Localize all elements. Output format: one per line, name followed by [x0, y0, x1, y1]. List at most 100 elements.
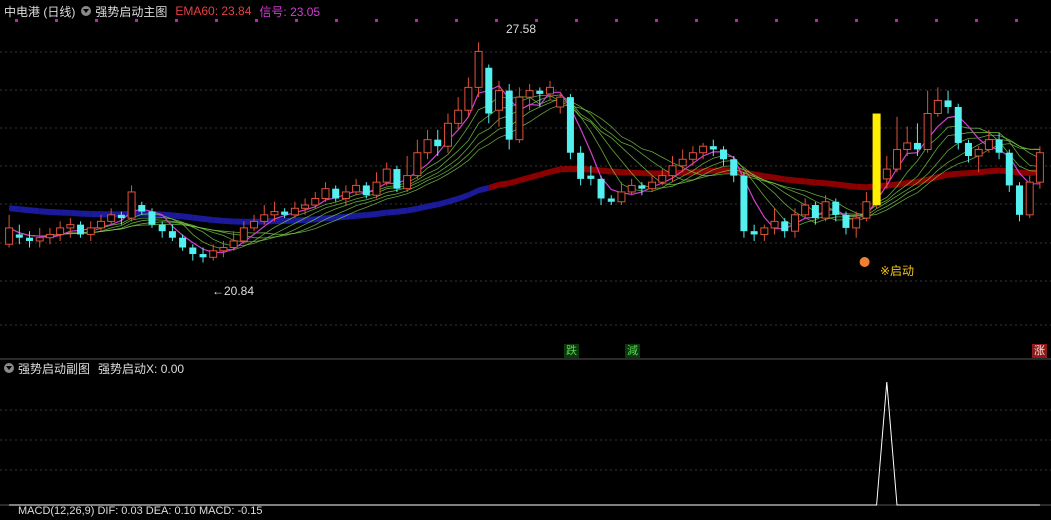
ema60-ribbon — [223, 217, 234, 225]
candle-body — [801, 204, 810, 216]
candle-body — [260, 214, 269, 222]
ema60-ribbon — [90, 211, 101, 218]
ema60-ribbon — [447, 195, 459, 205]
ema60-ribbon — [366, 211, 377, 219]
candle-body — [382, 168, 391, 183]
candle-body — [117, 214, 125, 219]
ema60-ribbon — [407, 205, 418, 214]
ema60-ribbon — [70, 209, 81, 217]
candle-body — [882, 168, 891, 180]
candle-body — [464, 86, 473, 111]
chart-area[interactable]: 中电港 (日线) 强势启动主图 EMA60: 23.84 信号: 23.05 强… — [0, 0, 1051, 517]
candle-body — [148, 211, 156, 225]
candle-body — [536, 90, 544, 94]
candle-body — [954, 106, 962, 143]
candle-body — [913, 142, 921, 150]
candle-body — [332, 188, 340, 199]
candle-body — [158, 224, 166, 232]
bottom-partial-label: MACD(12,26,9) DIF: 0.03 DEA: 0.10 MACD: … — [18, 505, 263, 517]
candle-body — [995, 139, 1003, 153]
ema60-ribbon — [417, 203, 428, 212]
dropdown-icon[interactable] — [4, 363, 14, 373]
ema60-ribbon — [437, 198, 448, 208]
candle-body — [26, 237, 34, 241]
candle-body — [515, 96, 524, 141]
candle-body — [66, 224, 75, 229]
ema60-ribbon — [29, 207, 40, 215]
candle-body — [443, 122, 452, 147]
ema60-ribbon — [805, 178, 816, 186]
ema60-ribbon — [988, 167, 1000, 175]
candle-body — [923, 113, 932, 150]
candle-body — [821, 201, 830, 219]
candle-body — [138, 205, 146, 212]
candle-body — [413, 152, 422, 177]
ema60-ribbon — [825, 180, 836, 188]
ema60-ribbon — [39, 208, 50, 215]
candle-body — [127, 191, 136, 219]
candle-body — [281, 211, 289, 215]
candle-body — [688, 152, 697, 160]
start-signal-label: ※启动 — [880, 264, 915, 278]
indicator-name[interactable]: 强势启动主图 — [95, 3, 167, 20]
candle-body — [974, 148, 983, 157]
top-dot — [375, 19, 378, 22]
candle-body — [760, 227, 769, 235]
sub-panel-header: 强势启动副图 强势启动X: 0.00 — [0, 358, 188, 378]
stock-title: 中电港 (日线) — [4, 4, 76, 19]
candle-body — [393, 169, 401, 189]
candle-body — [86, 227, 95, 235]
candle-body — [362, 185, 370, 196]
main-panel-header: 中电港 (日线) 强势启动主图 EMA60: 23.84 信号: 23.05 — [0, 1, 324, 21]
jian-marker: 減 — [625, 344, 640, 358]
ema60-ribbon — [529, 171, 540, 181]
candle-body — [577, 152, 585, 179]
ema60-ribbon — [601, 167, 612, 175]
dropdown-icon[interactable] — [81, 6, 92, 16]
top-dot — [815, 19, 818, 22]
candle-body — [15, 234, 23, 238]
candle-body — [730, 159, 738, 176]
candle-body — [832, 201, 840, 215]
candle-body — [107, 214, 116, 222]
candle-body — [587, 175, 595, 179]
ema60-ribbon — [621, 169, 632, 176]
candle-body — [617, 191, 626, 203]
candle-body — [781, 221, 789, 232]
ema60-ribbon — [948, 170, 959, 178]
candle-body — [270, 211, 279, 216]
candle-body — [77, 224, 85, 235]
sub-value-label: 强势启动X: 0.00 — [98, 361, 185, 376]
ema60-ribbon — [958, 170, 969, 177]
ema60-ribbon — [519, 174, 530, 184]
chart-svg[interactable] — [0, 0, 1051, 515]
candle-body — [229, 240, 238, 249]
ema60-ribbon — [774, 174, 785, 183]
candle-body — [546, 86, 555, 95]
candle-body — [740, 175, 748, 232]
top-dot — [455, 19, 458, 22]
candle-body — [505, 90, 513, 140]
candle-body — [893, 148, 902, 170]
ema60-ribbon — [60, 209, 71, 216]
ema60-ribbon — [80, 210, 91, 218]
ema60-ribbon — [172, 212, 183, 220]
candle-body — [852, 217, 861, 229]
ema60-ribbon — [427, 201, 438, 210]
candle-body — [179, 237, 187, 248]
die-marker: 跌 — [564, 344, 579, 358]
ema60-ribbon — [233, 218, 244, 225]
candle-body — [311, 197, 320, 206]
top-dot — [615, 19, 618, 22]
candle-body — [403, 175, 412, 190]
ema60-ribbon — [356, 212, 367, 219]
sub-indicator-name[interactable]: 强势启动副图 — [18, 360, 90, 377]
ema60-ribbon — [784, 176, 795, 184]
ema60-ribbon — [386, 208, 397, 216]
candle-body — [56, 227, 65, 235]
candle-body — [627, 184, 636, 193]
top-dot — [695, 19, 698, 22]
ema60-ribbon — [376, 209, 387, 218]
ema60-ribbon — [478, 184, 489, 194]
candle-body — [933, 99, 942, 115]
